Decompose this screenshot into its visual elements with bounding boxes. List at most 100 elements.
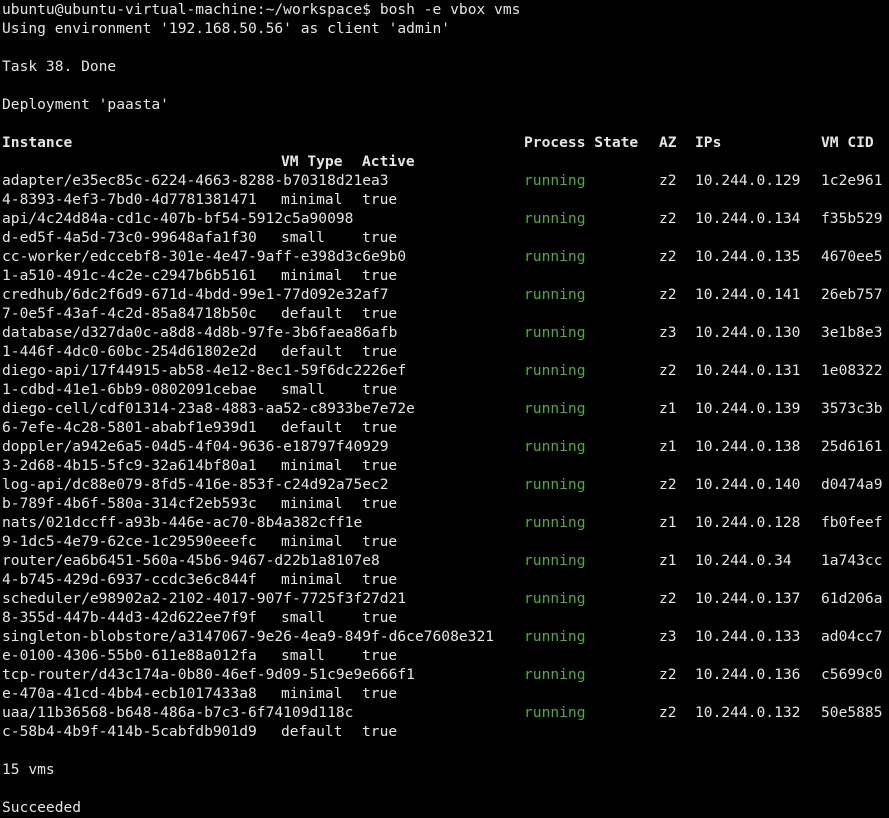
- command-text: bosh -e vbox vms: [379, 1, 521, 18]
- task-status-line: Task 38. Done: [2, 58, 117, 75]
- availability-zone: z1: [659, 400, 677, 417]
- availability-zone: z2: [659, 172, 677, 189]
- table-header-row-wrap: VM Type Active: [0, 152, 889, 171]
- instance-name: singleton-blobstore/a3147067-9e26-4ea9-8…: [2, 628, 495, 645]
- availability-zone: z1: [659, 552, 677, 569]
- table-row-wrap: 1-cdbd-41e1-6bb9-0802091cebae small true: [0, 380, 889, 399]
- table-row-wrap: 4-b745-429d-6937-ccdc3e6c844f minimal true: [0, 570, 889, 589]
- process-state: running: [524, 400, 586, 417]
- availability-zone: z2: [659, 210, 677, 227]
- instance-name: credhub/6dc2f6d9-671d-4bdd-99e1-77d092e3…: [2, 286, 389, 303]
- instance-name: diego-api/17f44915-ab58-4e12-8ec1-59f6dc…: [2, 362, 407, 379]
- table-row: scheduler/e98902a2-2102-4017-907f-7725f3…: [0, 589, 889, 608]
- instance-name: cc-worker/edccebf8-301e-4e47-9aff-e398d3…: [2, 248, 407, 265]
- vm-type: default: [281, 305, 343, 322]
- command-prompt-line: ubuntu@ubuntu-virtual-machine:~/workspac…: [0, 0, 889, 19]
- availability-zone: z1: [659, 438, 677, 455]
- vm-type: minimal: [281, 533, 343, 550]
- vm-type: minimal: [281, 191, 343, 208]
- availability-zone: z2: [659, 704, 677, 721]
- ip-address: 10.244.0.133: [695, 628, 801, 645]
- vm-cid: 26eb757: [821, 286, 883, 303]
- table-row: doppler/a942e6a5-04d5-4f04-9636-e18797f4…: [0, 437, 889, 456]
- active-flag: true: [362, 609, 398, 626]
- ip-address: 10.244.0.128: [695, 514, 801, 531]
- deployment-line: Deployment 'paasta': [2, 96, 169, 113]
- ip-address: 10.244.0.135: [695, 248, 801, 265]
- table-row: singleton-blobstore/a3147067-9e26-4ea9-8…: [0, 627, 889, 646]
- vm-cid: 1e08322: [821, 362, 883, 379]
- table-row-wrap: 3-2d68-4b15-5fc9-32a614bf80a1 minimal true: [0, 456, 889, 475]
- ip-address: 10.244.0.136: [695, 666, 801, 683]
- instance-name: tcp-router/d43c174a-0b80-46ef-9d09-51c9e…: [2, 666, 415, 683]
- vm-cid: 25d6161: [821, 438, 883, 455]
- header-process-state: Process State: [524, 134, 639, 151]
- availability-zone: z2: [659, 286, 677, 303]
- vm-cid-continuation: 1-a510-491c-4c2e-c2947b6b5161: [2, 267, 257, 284]
- active-flag: true: [362, 571, 398, 588]
- process-state: running: [524, 476, 586, 493]
- active-flag: true: [362, 457, 398, 474]
- availability-zone: z2: [659, 476, 677, 493]
- ip-address: 10.244.0.34: [695, 552, 792, 569]
- vm-cid-continuation: 9-1dc5-4e79-62ce-1c29590eeefc: [2, 533, 257, 550]
- process-state: running: [524, 286, 586, 303]
- ip-address: 10.244.0.130: [695, 324, 801, 341]
- ip-address: 10.244.0.138: [695, 438, 801, 455]
- table-row: nats/021dccff-a93b-446e-ac70-8b4a382cff1…: [0, 513, 889, 532]
- table-row: database/d327da0c-a8d8-4d8b-97fe-3b6faea…: [0, 323, 889, 342]
- table-row: cc-worker/edccebf8-301e-4e47-9aff-e398d3…: [0, 247, 889, 266]
- table-row-wrap: e-470a-41cd-4bb4-ecb1017433a8 minimal true: [0, 684, 889, 703]
- vm-type: minimal: [281, 571, 343, 588]
- table-row-wrap: 9-1dc5-4e79-62ce-1c29590eeefc minimal true: [0, 532, 889, 551]
- ip-address: 10.244.0.132: [695, 704, 801, 721]
- ip-address: 10.244.0.139: [695, 400, 801, 417]
- process-state: running: [524, 438, 586, 455]
- ip-address: 10.244.0.134: [695, 210, 801, 227]
- vm-cid-continuation: 1-446f-4dc0-60bc-254d61802e2d: [2, 343, 257, 360]
- instance-name: adapter/e35ec85c-6224-4663-8288-b70318d2…: [2, 172, 389, 189]
- process-state: running: [524, 248, 586, 265]
- availability-zone: z1: [659, 514, 677, 531]
- vm-count-line: 15 vms: [2, 761, 55, 778]
- availability-zone: z2: [659, 362, 677, 379]
- table-row: credhub/6dc2f6d9-671d-4bdd-99e1-77d092e3…: [0, 285, 889, 304]
- process-state: running: [524, 666, 586, 683]
- active-flag: true: [362, 495, 398, 512]
- table-row-wrap: d-ed5f-4a5d-73c0-99648afa1f30 small true: [0, 228, 889, 247]
- table-row: log-api/dc88e079-8fd5-416e-853f-c24d92a7…: [0, 475, 889, 494]
- vm-type: minimal: [281, 457, 343, 474]
- instance-name: uaa/11b36568-b648-486a-b7c3-6f74109d118c: [2, 704, 354, 721]
- vm-cid: 3573c3b: [821, 400, 883, 417]
- header-az: AZ: [659, 134, 677, 151]
- instance-name: router/ea6b6451-560a-45b6-9467-d22b1a810…: [2, 552, 380, 569]
- process-state: running: [524, 628, 586, 645]
- instance-name: database/d327da0c-a8d8-4d8b-97fe-3b6faea…: [2, 324, 398, 341]
- vm-cid: 3e1b8e3: [821, 324, 883, 341]
- ip-address: 10.244.0.137: [695, 590, 801, 607]
- vm-cid-continuation: 7-0e5f-43af-4c2d-85a84718b50c: [2, 305, 257, 322]
- process-state: running: [524, 324, 586, 341]
- table-row-wrap: 1-a510-491c-4c2e-c2947b6b5161 minimal true: [0, 266, 889, 285]
- process-state: running: [524, 590, 586, 607]
- availability-zone: z2: [659, 590, 677, 607]
- vm-cid-continuation: 3-2d68-4b15-5fc9-32a614bf80a1: [2, 457, 257, 474]
- availability-zone: z2: [659, 666, 677, 683]
- ip-address: 10.244.0.131: [695, 362, 801, 379]
- table-row-wrap: 1-446f-4dc0-60bc-254d61802e2d default true: [0, 342, 889, 361]
- active-flag: true: [362, 647, 398, 664]
- vm-type: small: [281, 609, 325, 626]
- table-header-row: Instance Process State AZ IPs VM CID: [0, 133, 889, 152]
- vm-cid: 50e5885: [821, 704, 883, 721]
- vm-type: small: [281, 381, 325, 398]
- active-flag: true: [362, 191, 398, 208]
- vm-type: default: [281, 723, 343, 740]
- terminal-window[interactable]: ubuntu@ubuntu-virtual-machine:~/workspac…: [0, 0, 889, 818]
- table-row-wrap: 8-355d-447b-44d3-42d622ee7f9f small true: [0, 608, 889, 627]
- availability-zone: z3: [659, 324, 677, 341]
- ip-address: 10.244.0.129: [695, 172, 801, 189]
